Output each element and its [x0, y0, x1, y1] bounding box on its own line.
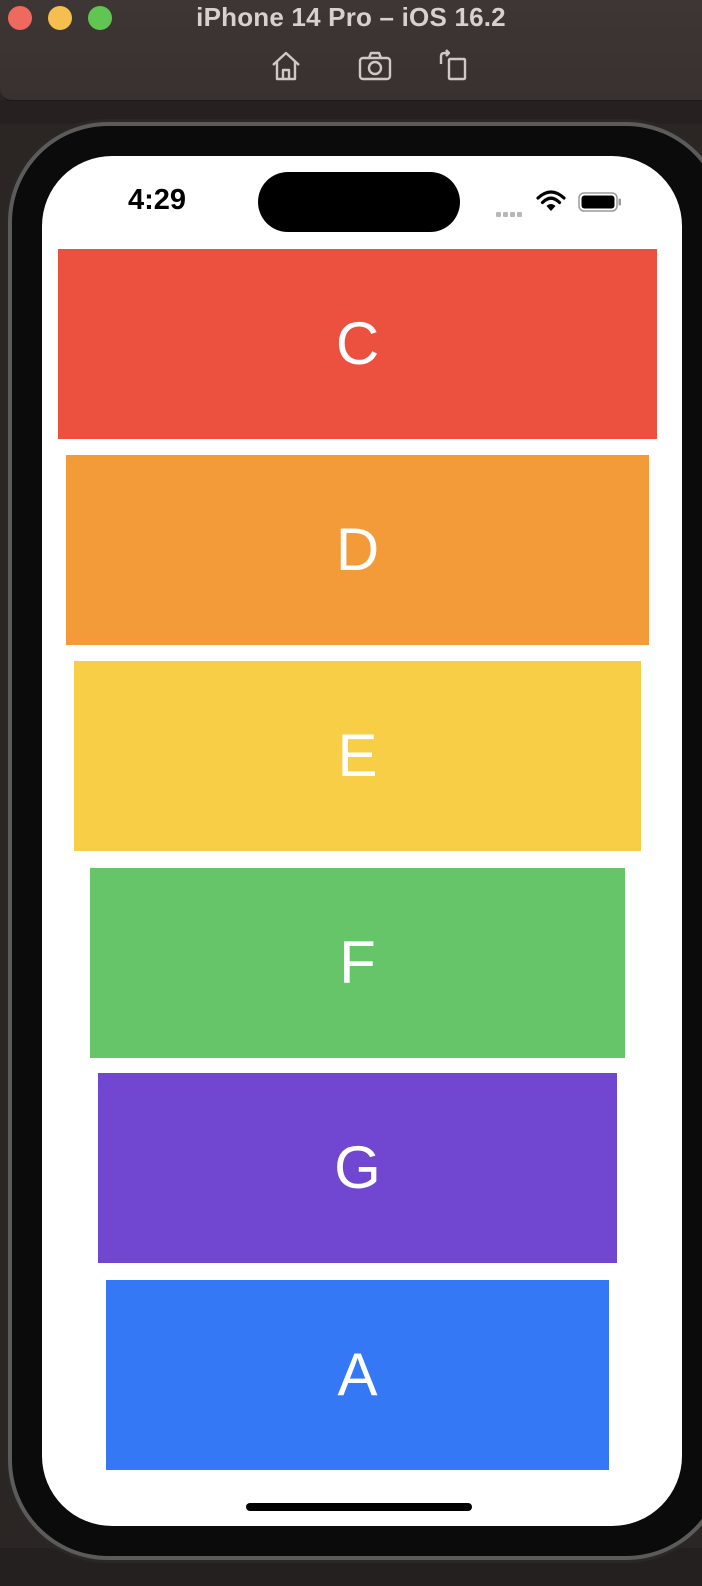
iphone-screen: 4:29 C D E F G A: [42, 156, 682, 1526]
home-icon[interactable]: [268, 48, 304, 84]
background-editor-strip: [0, 100, 702, 124]
rotate-icon[interactable]: [436, 48, 472, 84]
list-item-label: D: [335, 516, 380, 583]
list-item-e[interactable]: E: [74, 661, 641, 851]
list-item-f[interactable]: F: [90, 868, 625, 1058]
simulator-title-bar: iPhone 14 Pro – iOS 16.2: [0, 0, 702, 101]
screenshot-icon[interactable]: [357, 48, 393, 84]
list-item-c[interactable]: C: [58, 249, 657, 439]
list-item-label: A: [337, 1341, 378, 1408]
list-item-label: E: [337, 722, 378, 789]
list-item-d[interactable]: D: [66, 455, 649, 645]
status-time: 4:29: [128, 184, 187, 216]
cellular-signal-icon: [496, 204, 530, 217]
window-title: iPhone 14 Pro – iOS 16.2: [196, 2, 506, 32]
home-indicator[interactable]: [246, 1503, 472, 1511]
list-item-g[interactable]: G: [98, 1073, 617, 1263]
dynamic-island: [258, 172, 460, 232]
list-item-label: F: [339, 929, 376, 996]
list-item-a[interactable]: A: [106, 1280, 609, 1470]
list-item-label: C: [335, 310, 380, 377]
wifi-icon: [536, 190, 566, 212]
battery-icon: [578, 192, 622, 212]
list-item-label: G: [334, 1134, 381, 1201]
